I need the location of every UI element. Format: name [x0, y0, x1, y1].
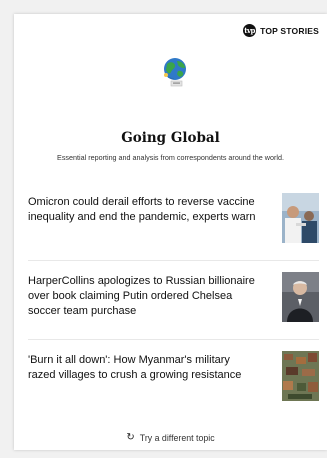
story-list: Omicron could derail efforts to reverse …: [28, 182, 319, 418]
story-item[interactable]: Omicron could derail efforts to reverse …: [28, 182, 319, 261]
section-title: Going Global: [121, 130, 220, 146]
section-subtitle: Essential reporting and analysis from co…: [57, 153, 284, 162]
globe-illustration-icon: [164, 58, 186, 87]
story-headline[interactable]: HarperCollins apologizes to Russian bill…: [28, 274, 258, 319]
top-stories-widget: tvp TOP STORIES Going Global Essential r…: [14, 14, 327, 450]
top-stories-badge: tvp TOP STORIES: [243, 24, 319, 37]
refresh-label: Try a different topic: [139, 432, 215, 443]
story-item[interactable]: 'Burn it all down': How Myanmar's milita…: [28, 340, 319, 418]
burned-village-aerial-photo[interactable]: [282, 351, 319, 401]
story-headline[interactable]: Omicron could derail efforts to reverse …: [28, 195, 258, 225]
story-item[interactable]: HarperCollins apologizes to Russian bill…: [28, 261, 319, 340]
vaccination-photo[interactable]: [282, 193, 319, 243]
try-different-topic-button[interactable]: ↻ Try a different topic: [14, 432, 327, 443]
top-stories-label: TOP STORIES: [260, 25, 319, 36]
story-headline[interactable]: 'Burn it all down': How Myanmar's milita…: [28, 353, 258, 383]
tvp-logo-icon: tvp: [243, 24, 257, 37]
refresh-icon: ↻: [126, 432, 135, 443]
billionaire-portrait-photo[interactable]: [282, 272, 319, 322]
